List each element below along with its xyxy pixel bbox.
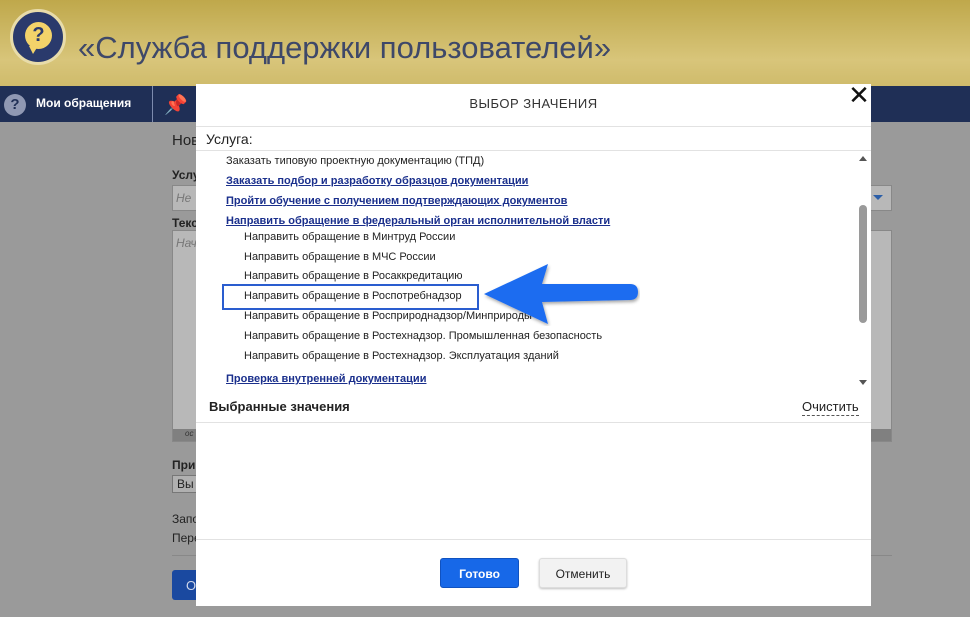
- done-button[interactable]: Готово: [440, 558, 519, 588]
- logo-icon[interactable]: ?: [10, 9, 66, 65]
- question-icon: ?: [4, 94, 26, 116]
- app-header: ? «Служба поддержки пользователей»: [0, 0, 970, 86]
- chevron-down-icon: [873, 195, 883, 200]
- dialog-title: ВЫБОР ЗНАЧЕНИЯ: [469, 96, 598, 111]
- divider: [196, 539, 871, 540]
- attachments-label: При: [172, 458, 196, 472]
- divider: [196, 126, 871, 127]
- divider: [196, 422, 871, 423]
- list-item-highlighted[interactable]: Направить обращение в Роспотребнадзор: [244, 290, 462, 302]
- value-picker-dialog: ВЫБОР ЗНАЧЕНИЯ ✕ Услуга: Заказать типову…: [196, 83, 871, 606]
- text-field-label: Текс: [172, 216, 198, 230]
- nav-my-requests-label: Мои обращения: [36, 96, 132, 110]
- list-item[interactable]: Заказать типовую проектную документацию …: [226, 155, 484, 167]
- clear-link[interactable]: Очистить: [802, 399, 859, 416]
- service-label: Услуга:: [206, 131, 253, 147]
- scroll-up-arrow-icon[interactable]: [859, 156, 867, 161]
- nav-my-requests[interactable]: ? Мои обращения: [0, 86, 153, 122]
- pin-icon[interactable]: 📌: [164, 93, 188, 117]
- question-bubble-icon: ?: [25, 22, 52, 54]
- scroll-down-arrow-icon[interactable]: [859, 380, 867, 385]
- list-item[interactable]: Направить обращение в Ростехнадзор. Эксп…: [244, 350, 559, 362]
- service-select-placeholder: Не: [176, 191, 192, 205]
- close-icon[interactable]: ✕: [847, 83, 871, 109]
- list-item-group[interactable]: Направить обращение в федеральный орган …: [226, 215, 610, 227]
- divider: [196, 150, 871, 151]
- cancel-button[interactable]: Отменить: [539, 558, 627, 588]
- list-scrollbar[interactable]: [856, 152, 871, 391]
- scroll-thumb[interactable]: [859, 205, 867, 323]
- site-title: «Служба поддержки пользователей»: [78, 30, 612, 65]
- list-item[interactable]: Направить обращение в Ростехнадзор. Пром…: [244, 330, 602, 342]
- list-item[interactable]: Направить обращение в Росаккредитацию: [244, 270, 463, 282]
- list-item-group[interactable]: Заказать подбор и разработку образцов до…: [226, 175, 528, 187]
- list-item[interactable]: Направить обращение в МЧС России: [244, 251, 436, 263]
- selected-values-title: Выбранные значения: [209, 399, 350, 414]
- list-item[interactable]: Направить обращение в Минтруд России: [244, 231, 455, 243]
- request-text-placeholder: Нач: [176, 236, 197, 250]
- annotation-arrow-icon: [484, 264, 638, 324]
- list-item-group[interactable]: Проверка внутренней документации: [226, 373, 426, 385]
- list-item-group[interactable]: Пройти обучение с получением подтверждаю…: [226, 195, 567, 207]
